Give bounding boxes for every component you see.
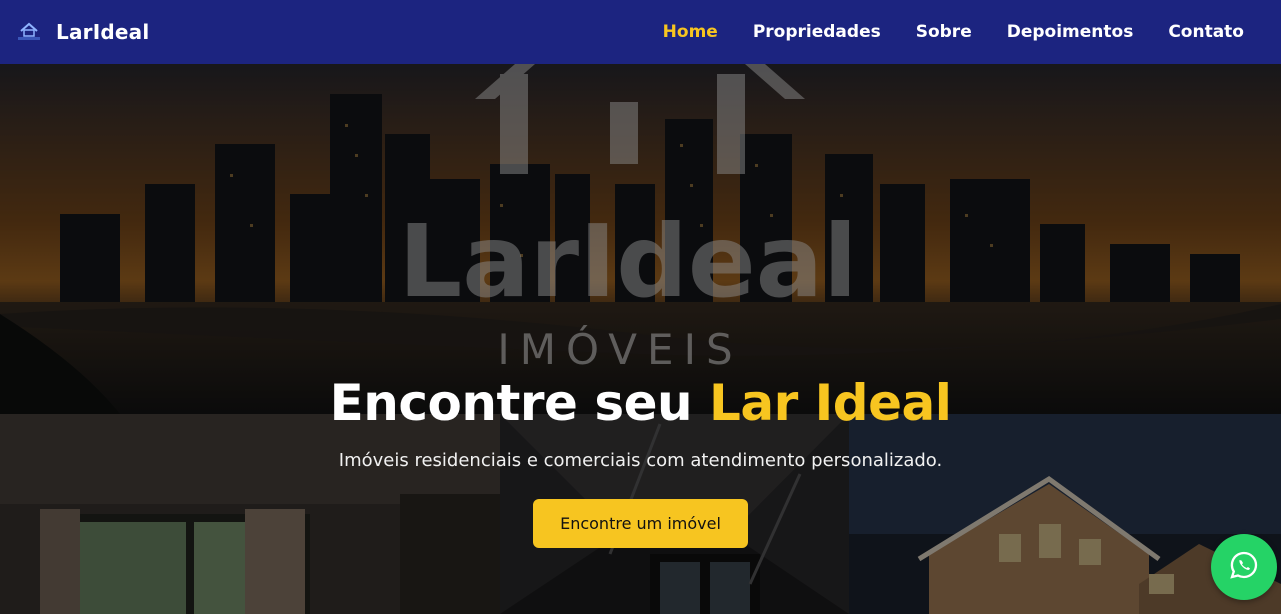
nav-propriedades[interactable]: Propriedades [753, 22, 881, 42]
find-property-button[interactable]: Encontre um imóvel [533, 499, 748, 548]
nav-home[interactable]: Home [663, 22, 718, 42]
navbar: LarIdeal Home Propriedades Sobre Depoime… [0, 0, 1281, 64]
nav-sobre[interactable]: Sobre [916, 22, 972, 42]
nav-contato[interactable]: Contato [1168, 22, 1244, 42]
hero-subtitle: Imóveis residenciais e comerciais com at… [338, 450, 943, 471]
brand-name: LarIdeal [56, 20, 150, 44]
whatsapp-icon [1229, 550, 1259, 584]
hero-title-accent: Lar Ideal [709, 374, 952, 432]
house-logo-icon [16, 19, 42, 45]
brand[interactable]: LarIdeal [16, 19, 149, 45]
nav-depoimentos[interactable]: Depoimentos [1007, 22, 1134, 42]
hero-title: Encontre seu Lar Ideal [0, 374, 1281, 432]
hero-content: Encontre seu Lar Ideal Imóveis residenci… [0, 374, 1281, 548]
hero-title-prefix: Encontre seu [329, 374, 710, 432]
whatsapp-button[interactable] [1211, 534, 1277, 600]
nav-links: Home Propriedades Sobre Depoimentos Cont… [628, 22, 1244, 42]
hero-section: LarIdeal IMÓVEIS Encontre seu Lar Ideal … [0, 64, 1281, 614]
